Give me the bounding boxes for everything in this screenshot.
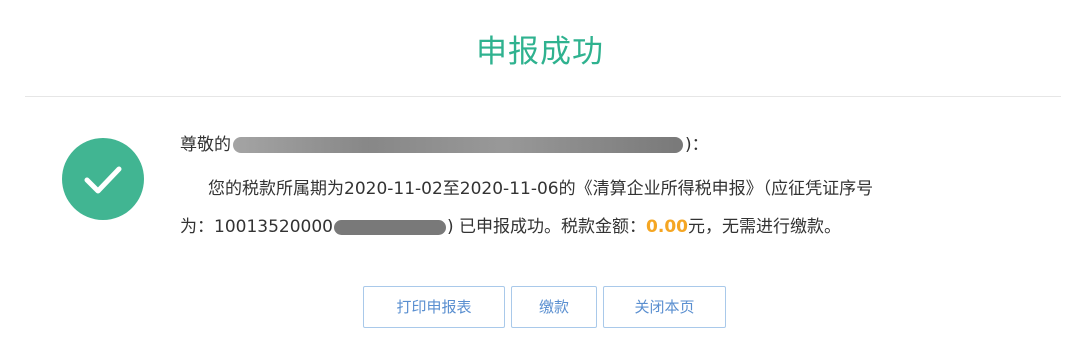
redacted-serial-number (333, 219, 446, 235)
print-declaration-button[interactable]: 打印申报表 (363, 286, 505, 328)
serial-prefix: 为：10013520000 (180, 217, 333, 237)
greeting-line: 尊敬的 )： (180, 134, 709, 156)
greeting-suffix: )： (685, 135, 709, 155)
result-line: 为：10013520000 ) 已申报成功。税款金额：0.00元，无需进行缴款。 (180, 216, 841, 238)
check-circle-icon (62, 138, 144, 220)
redacted-taxpayer-name (233, 137, 683, 153)
greeting-prefix: 尊敬的 (180, 135, 231, 155)
tax-amount: 0.00 (646, 217, 688, 237)
no-payment-text: 元，无需进行缴款。 (687, 217, 841, 237)
page-title: 申报成功 (476, 34, 604, 70)
title-divider (25, 96, 1061, 97)
pay-button[interactable]: 缴款 (511, 286, 597, 328)
close-page-button[interactable]: 关闭本页 (603, 286, 726, 328)
action-buttons: 打印申报表 缴款 关闭本页 (0, 286, 1080, 328)
result-text: ) 已申报成功。税款金额： (446, 217, 647, 237)
declaration-success-page: 申报成功 尊敬的 )： 您的税款所属期为2020-11-02至2020-11-06… (0, 0, 1080, 352)
tax-period-text: 您的税款所属期为2020-11-02至2020-11-06的《清算企业所得税申报… (208, 179, 874, 199)
